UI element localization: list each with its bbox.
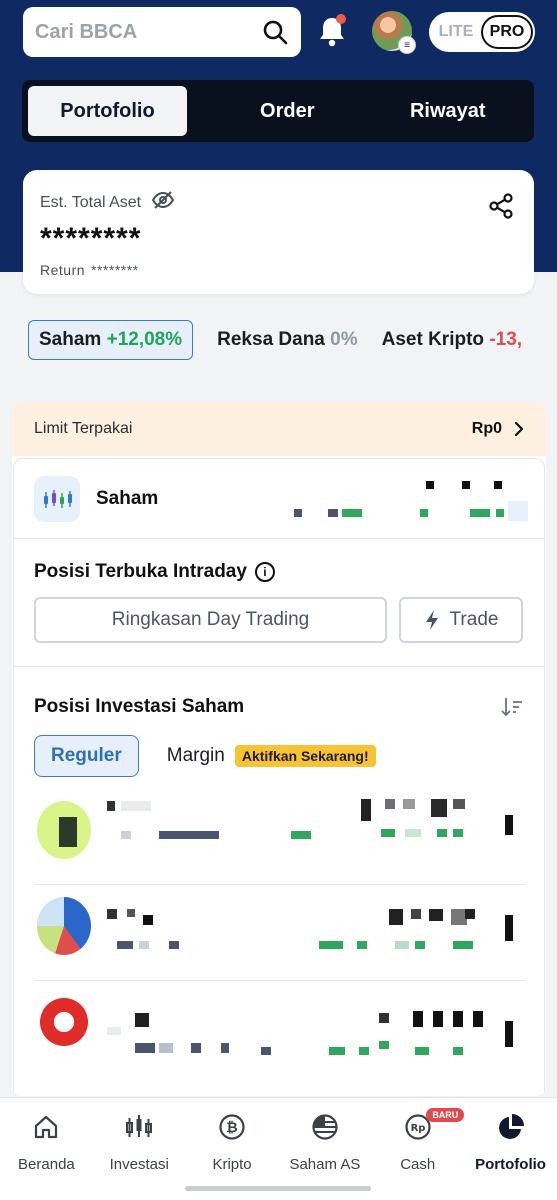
search-input[interactable]: Cari BBCA — [23, 7, 301, 57]
info-icon[interactable]: i — [254, 562, 275, 582]
share-icon[interactable] — [487, 192, 515, 220]
chip-reksa-dana[interactable]: Reksa Dana 0% — [217, 329, 357, 351]
nav-saham-as[interactable]: Saham AS — [278, 1098, 371, 1200]
svg-text:Rp: Rp — [410, 1123, 425, 1134]
intraday-buttons: Ringkasan Day Trading Trade — [34, 597, 524, 643]
saham-section: Saham Posisi Terbuka Intraday i Ringkasa… — [13, 458, 545, 1096]
nav-investasi[interactable]: Investasi — [93, 1098, 186, 1200]
nav-cash[interactable]: Rp BARU Cash — [371, 1098, 465, 1200]
saham-label: Saham — [96, 487, 159, 509]
masked-value — [294, 481, 528, 521]
stock-row[interactable] — [35, 981, 525, 1077]
intraday-section: Posisi Terbuka Intraday i Ringkasan Day … — [14, 539, 544, 667]
return-value: ******** — [91, 262, 139, 278]
home-icon — [31, 1112, 61, 1142]
avatar[interactable]: ≡ — [372, 11, 416, 54]
search-placeholder: Cari BBCA — [35, 20, 138, 43]
eye-off-icon[interactable] — [151, 190, 175, 215]
limit-label: Limit Terpakai — [34, 420, 133, 437]
chip-saham-name: Saham — [39, 329, 102, 350]
mode-toggle[interactable]: LITE PRO — [429, 12, 535, 52]
chevron-right-icon — [514, 421, 524, 437]
trade-button-label: Trade — [449, 609, 499, 630]
candlestick-icon — [34, 475, 80, 522]
stock-row[interactable] — [35, 885, 525, 981]
bottom-navigation: Beranda Investasi ₿ Kripto Saham AS Rp B… — [0, 1097, 557, 1200]
nav-kripto-label: Kripto — [212, 1156, 252, 1173]
pie-chart-icon — [496, 1112, 526, 1142]
nav-investasi-label: Investasi — [109, 1156, 169, 1173]
mode-lite-label[interactable]: LITE — [431, 23, 481, 41]
total-asset-card: Est. Total Aset ******** Return ******** — [23, 170, 534, 294]
search-icon[interactable] — [261, 18, 289, 46]
asset-category-chips: Saham +12,08% Reksa Dana 0% Aset Kripto … — [28, 318, 557, 362]
intraday-title: Posisi Terbuka Intraday — [34, 561, 247, 582]
total-asset-value: ******** — [40, 222, 142, 255]
nav-beranda[interactable]: Beranda — [0, 1098, 93, 1200]
trade-button[interactable]: Trade — [399, 597, 523, 643]
tab-portofolio[interactable]: Portofolio — [28, 86, 187, 136]
return-row: Return ******** — [40, 262, 139, 278]
lightning-icon — [425, 610, 438, 630]
reguler-tab[interactable]: Reguler — [34, 735, 139, 777]
total-asset-label-row: Est. Total Aset — [40, 190, 175, 215]
masked-stock-info — [107, 909, 513, 949]
new-badge: BARU — [426, 1108, 465, 1122]
chip-saham[interactable]: Saham +12,08% — [28, 320, 194, 360]
chip-aset-kripto-name: Aset Kripto — [381, 329, 485, 350]
candlestick-icon — [124, 1112, 154, 1142]
activate-now-badge[interactable]: Aktifkan Sekarang! — [234, 745, 376, 767]
menu-icon: ≡ — [398, 36, 416, 54]
svg-text:₿: ₿ — [226, 1120, 237, 1136]
tab-riwayat[interactable]: Riwayat — [368, 86, 529, 136]
total-asset-label: Est. Total Aset — [40, 193, 142, 211]
saham-summary-row[interactable]: Saham — [14, 459, 544, 539]
nav-cash-label: Cash — [400, 1156, 436, 1173]
bitcoin-icon: ₿ — [217, 1112, 247, 1142]
limit-bar[interactable]: Limit Terpakai Rp0 — [12, 402, 546, 456]
masked-stock-info — [107, 1011, 513, 1055]
limit-value-row: Rp0 — [472, 420, 524, 438]
nav-beranda-label: Beranda — [18, 1156, 75, 1173]
mode-pro-label[interactable]: PRO — [481, 15, 533, 49]
portfolio-card: Limit Terpakai Rp0 Saham Posisi Terbuka … — [12, 402, 546, 1096]
chip-reksa-dana-change: 0% — [330, 329, 358, 350]
nav-portofolio[interactable]: Portofolio — [464, 1098, 557, 1200]
notification-bell-icon[interactable] — [314, 12, 350, 50]
positions-header: Posisi Investasi Saham — [34, 695, 524, 719]
nav-portofolio-label: Portofolio — [475, 1156, 546, 1173]
position-type-segment: Reguler Margin Aktifkan Sekarang! — [34, 735, 524, 777]
home-indicator — [185, 1186, 371, 1191]
chip-aset-kripto[interactable]: Aset Kripto -13, — [382, 329, 522, 351]
tab-order[interactable]: Order — [207, 86, 368, 136]
stock-row[interactable] — [35, 789, 525, 885]
day-trading-summary-button[interactable]: Ringkasan Day Trading — [34, 597, 387, 643]
investment-positions-section: Posisi Investasi Saham Reguler Margin Ak… — [14, 667, 544, 777]
nav-kripto[interactable]: ₿ Kripto — [186, 1098, 279, 1200]
chip-saham-change: +12,08% — [106, 329, 183, 350]
sort-icon[interactable] — [500, 695, 524, 719]
us-flag-icon — [310, 1112, 340, 1142]
intraday-title-row: Posisi Terbuka Intraday i — [34, 561, 524, 583]
margin-tab[interactable]: Margin — [167, 745, 225, 767]
chip-reksa-dana-name: Reksa Dana — [217, 329, 325, 350]
positions-title: Posisi Investasi Saham — [34, 696, 245, 717]
return-label: Return — [40, 262, 86, 278]
limit-value: Rp0 — [471, 420, 502, 437]
masked-stock-info — [59, 799, 513, 847]
nav-saham-as-label: Saham AS — [289, 1156, 361, 1173]
tab-bar: Portofolio Order Riwayat — [22, 80, 534, 142]
chip-aset-kripto-change: -13, — [489, 329, 523, 350]
